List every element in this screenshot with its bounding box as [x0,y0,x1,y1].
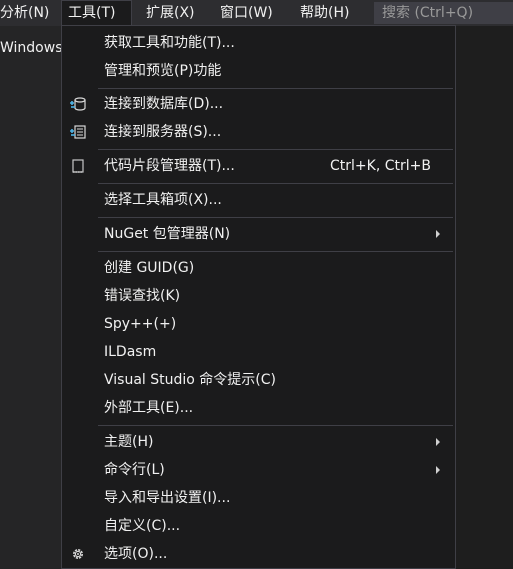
menu-item-label: Spy++(+) [104,316,177,332]
menu-item-label: 选项(O)... [104,546,168,562]
menu-separator [98,149,453,150]
menu-item-theme[interactable]: 主题(H) [62,428,455,456]
menu-separator [98,88,453,89]
menu-tools[interactable]: 工具(T) [61,0,132,26]
menu-item-label: 创建 GUID(G) [104,260,195,276]
menu-item-label: 连接到数据库(D)... [104,96,224,112]
menu-item-label: 管理和预览(P)功能 [104,63,222,79]
menu-extensions[interactable]: 扩展(X) [140,0,201,26]
menu-item-get-tools[interactable]: 获取工具和功能(T)... [62,29,455,57]
submenu-arrow-icon [436,230,440,238]
submenu-arrow-icon [436,438,440,446]
search-input[interactable]: 搜索 (Ctrl+Q) [374,2,513,24]
menu-item-shortcut: Ctrl+K, Ctrl+B [330,158,431,174]
menu-item-ildasm[interactable]: ILDasm [62,338,455,366]
tools-menu-dropdown: 获取工具和功能(T)... 管理和预览(P)功能 连接到数据库(D)... 连接… [61,25,456,569]
menu-bar: 分析(N) 工具(T) 扩展(X) 窗口(W) 帮助(H) 搜索 (Ctrl+Q… [0,0,513,26]
menu-item-connect-server[interactable]: 连接到服务器(S)... [62,118,455,146]
menu-separator [98,425,453,426]
menu-item-nuget[interactable]: NuGet 包管理器(N) [62,220,455,248]
menu-item-connect-database[interactable]: 连接到数据库(D)... [62,90,455,118]
menu-item-label: ILDasm [104,344,157,360]
menu-item-manage-preview[interactable]: 管理和预览(P)功能 [62,57,455,85]
menu-separator [98,251,453,252]
menu-item-label: 导入和导出设置(I)... [104,490,231,506]
menu-item-code-snippets[interactable]: 代码片段管理器(T)... Ctrl+K, Ctrl+B [62,152,455,180]
menu-item-create-guid[interactable]: 创建 GUID(G) [62,254,455,282]
menu-item-label: 自定义(C)... [104,518,181,534]
database-connect-icon [69,96,87,112]
menu-item-label: 选择工具箱项(X)... [104,192,222,208]
background-panel [0,26,61,569]
menu-item-label: 命令行(L) [104,462,165,478]
menu-separator [98,217,453,218]
menu-item-vs-command-prompt[interactable]: Visual Studio 命令提示(C) [62,366,455,394]
menu-item-label: Visual Studio 命令提示(C) [104,372,276,388]
menu-item-options[interactable]: 选项(O)... [62,540,455,568]
menu-window[interactable]: 窗口(W) [214,0,279,26]
menu-item-error-lookup[interactable]: 错误查找(K) [62,282,455,310]
background-windows-label: Windows [0,40,63,56]
menu-help[interactable]: 帮助(H) [294,0,355,26]
menu-item-choose-toolbox[interactable]: 选择工具箱项(X)... [62,186,455,214]
menu-item-command-line[interactable]: 命令行(L) [62,456,455,484]
menu-item-label: 错误查找(K) [104,288,181,304]
submenu-arrow-icon [436,466,440,474]
menu-item-label: 代码片段管理器(T)... [104,158,235,174]
menu-item-customize[interactable]: 自定义(C)... [62,512,455,540]
menu-item-import-export-settings[interactable]: 导入和导出设置(I)... [62,484,455,512]
menu-item-label: 获取工具和功能(T)... [104,35,235,51]
menu-item-label: 外部工具(E)... [104,400,194,416]
gear-icon [69,546,87,562]
menu-analyze[interactable]: 分析(N) [0,0,55,26]
server-connect-icon [69,124,87,140]
menu-separator [98,183,453,184]
menu-item-label: 连接到服务器(S)... [104,124,222,140]
menu-item-external-tools[interactable]: 外部工具(E)... [62,394,455,422]
menu-item-label: NuGet 包管理器(N) [104,226,231,242]
menu-item-label: 主题(H) [104,434,154,450]
code-snippet-icon [69,158,87,174]
menu-item-spy[interactable]: Spy++(+) [62,310,455,338]
